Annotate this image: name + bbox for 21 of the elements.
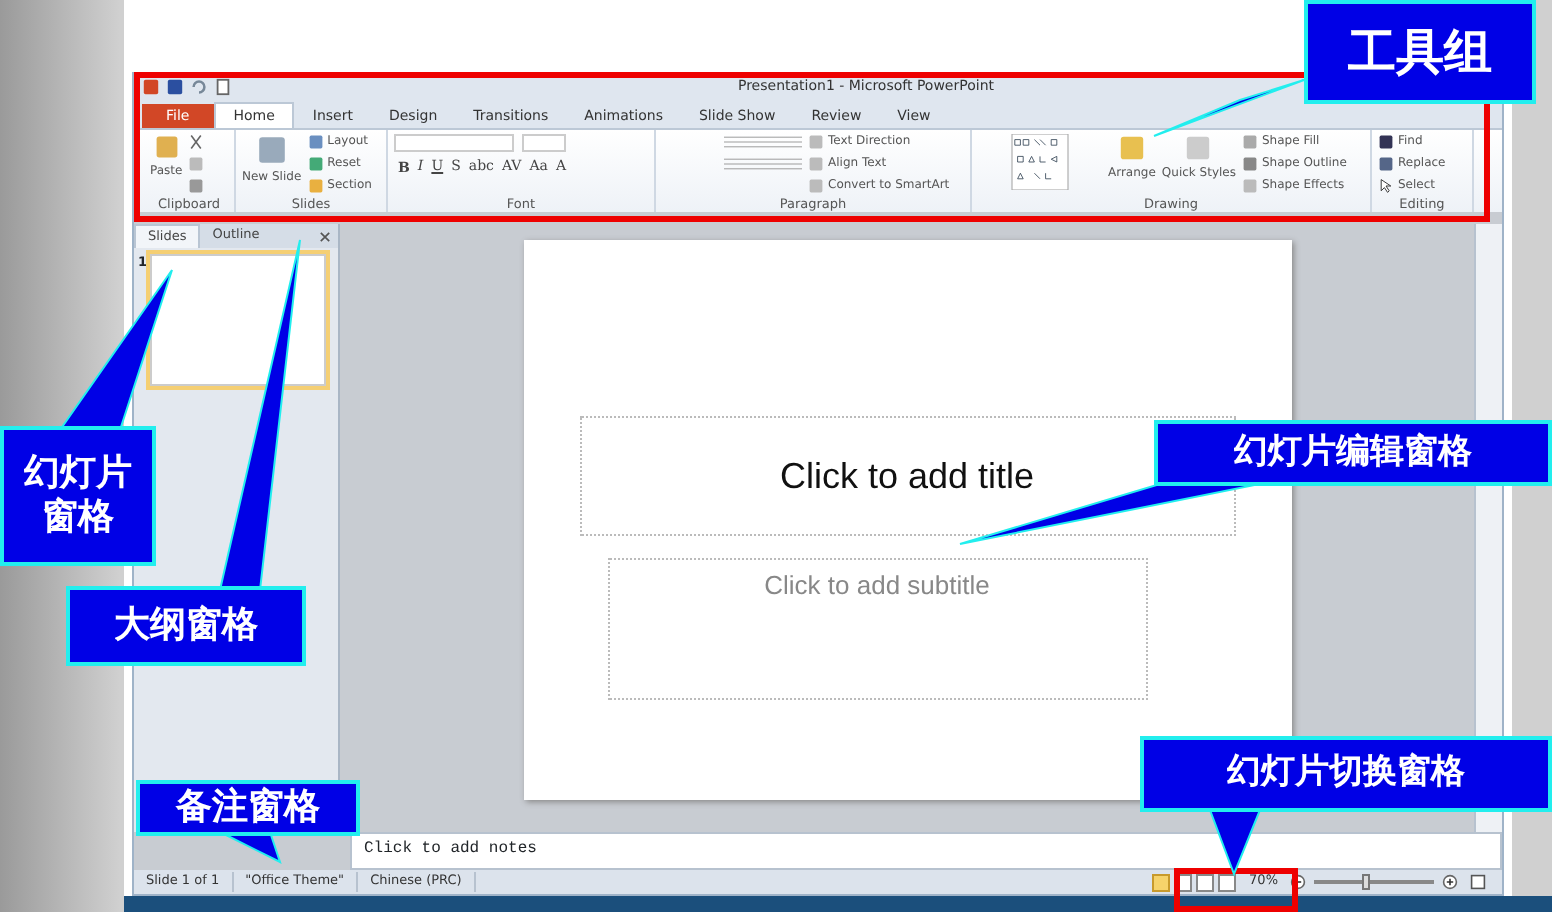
callout-label: 工具组 [1304, 0, 1536, 104]
undo-icon[interactable] [190, 78, 208, 96]
cut-icon[interactable] [188, 134, 205, 150]
slider-thumb[interactable] [1362, 874, 1370, 890]
callout-label: 大纲窗格 [66, 586, 306, 666]
slide-thumbnail[interactable] [149, 254, 326, 386]
cursor-icon[interactable] [1378, 178, 1394, 194]
font-size-field[interactable] [522, 134, 566, 152]
new-file-icon[interactable] [214, 78, 232, 96]
highlight-frame [1174, 868, 1298, 912]
callout-label: 幻灯片窗格 [0, 426, 156, 566]
callout-label: 幻灯片编辑窗格 [1154, 420, 1552, 486]
notes-field[interactable]: Click to add notes [350, 832, 1502, 870]
font-name-field[interactable] [394, 134, 514, 152]
close-icon[interactable] [318, 229, 332, 243]
callout-pointer [1208, 809, 1262, 877]
view-button[interactable] [1151, 873, 1170, 891]
subtitle-placeholder[interactable]: Click to add subtitle [607, 558, 1147, 700]
zoom-in-icon[interactable] [1442, 874, 1458, 890]
fit-window-icon[interactable] [1470, 874, 1486, 890]
zoom-out-icon[interactable] [1290, 874, 1306, 890]
